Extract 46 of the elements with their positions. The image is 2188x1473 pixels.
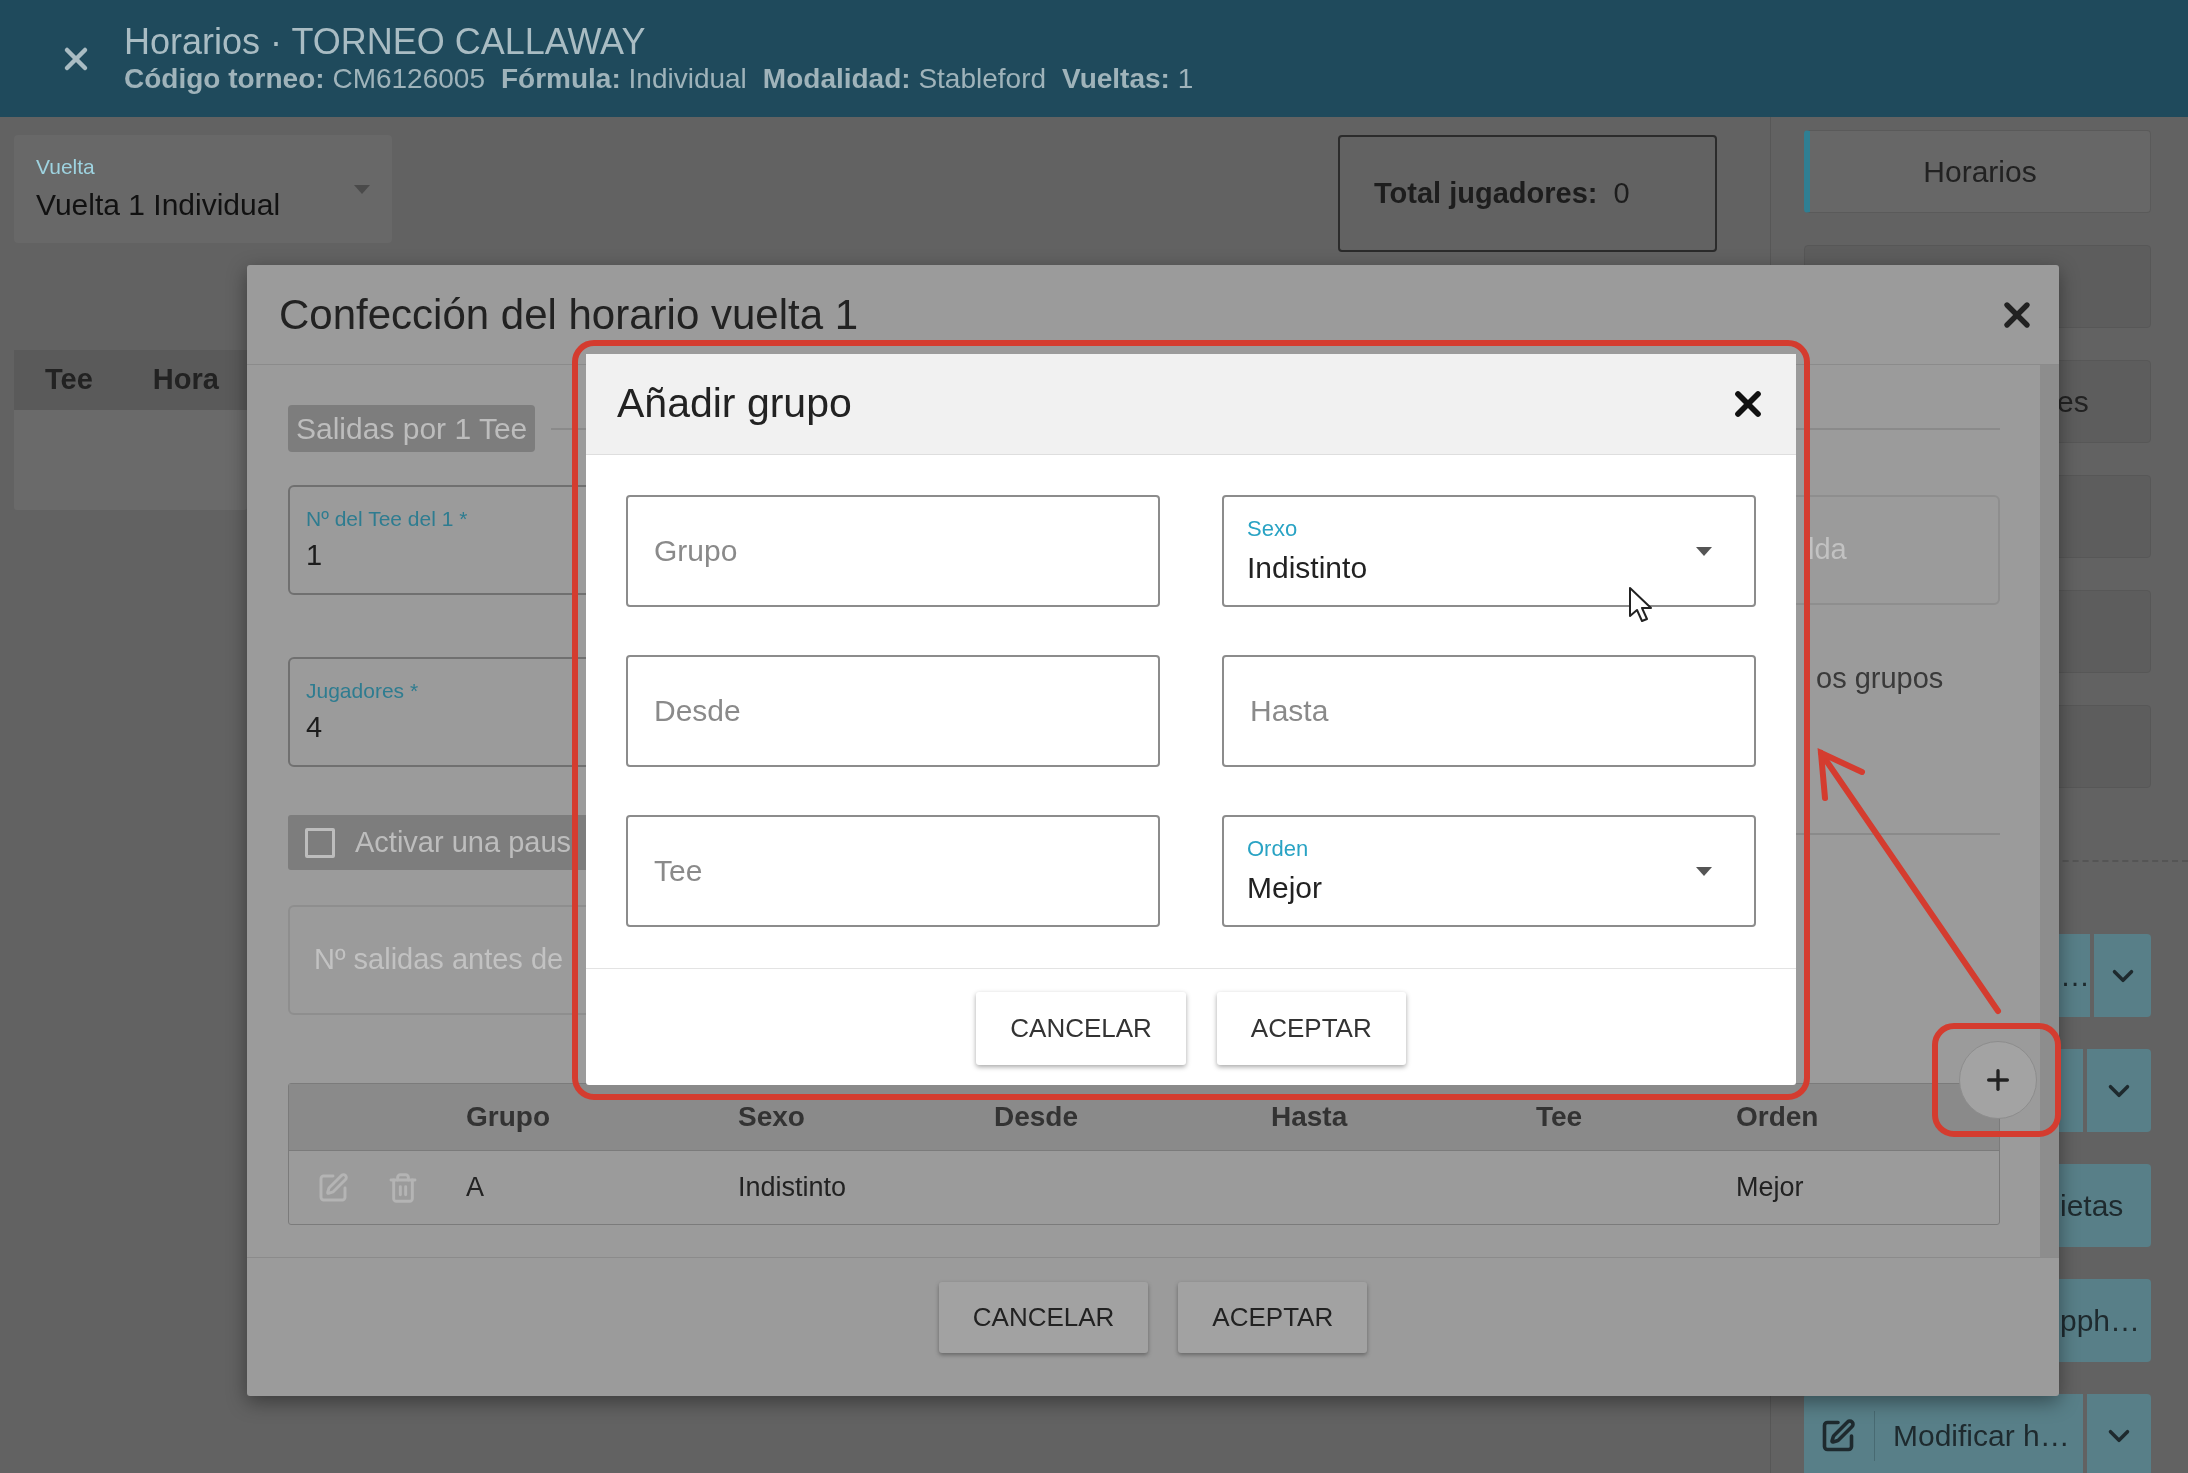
scrollbar[interactable] (2040, 365, 2059, 1257)
page-title: Horarios · TORNEO CALLAWAY (124, 21, 647, 62)
input-field[interactable]: Hasta (1222, 655, 1756, 767)
dialog-button[interactable]: ACEPTAR (1178, 1282, 1368, 1353)
column-header: Hora (152, 362, 219, 398)
mode-chip: Salidas por 1 Tee (288, 405, 536, 452)
mouse-cursor-icon (1628, 586, 1654, 624)
select-field[interactable]: Sexo Indistinto (1222, 495, 1756, 607)
menu-toggle[interactable] (2094, 934, 2151, 1017)
tournament-detail: Fórmula: Individual (500, 61, 747, 96)
checkbox[interactable] (305, 827, 335, 858)
input-field[interactable]: Grupo (626, 495, 1160, 607)
column-header: Grupo (466, 1101, 550, 1132)
trash-icon[interactable] (387, 1171, 419, 1204)
total-players-box: Total jugadores: 0 (1338, 135, 1717, 252)
table-cell: Indistinto (738, 1172, 847, 1203)
column-header: Tee (45, 362, 93, 398)
input-field[interactable]: Desde (626, 655, 1160, 767)
column-header: Orden (1736, 1101, 1819, 1132)
sidebar-button[interactable]: Modificar h… (1804, 1394, 2083, 1473)
dialog-title: Añadir grupo (617, 379, 852, 429)
dialog-button[interactable]: CANCELAR (976, 992, 1186, 1065)
section-label: os grupos (1815, 661, 1945, 696)
tournament-detail: Vueltas: 1 (1062, 61, 1194, 96)
tournament-detail: Modalidad: Stableford (762, 61, 1047, 96)
dropdown-caret-icon (354, 184, 370, 194)
column-header: Desde (994, 1101, 1079, 1132)
column-header: Tee (1536, 1101, 1583, 1132)
table-cell: Mejor (1736, 1172, 1804, 1203)
dialog-button[interactable]: CANCELAR (938, 1282, 1149, 1353)
checkbox-label: Activar una paus (355, 824, 571, 860)
dialog-button[interactable]: ACEPTAR (1216, 992, 1406, 1065)
input-field[interactable]: Tee (626, 815, 1160, 927)
column-header: Sexo (738, 1101, 805, 1132)
dropdown-caret-icon (1696, 866, 1712, 876)
dropdown-caret-icon (1696, 546, 1712, 556)
edit-icon[interactable] (317, 1171, 349, 1204)
round-select[interactable]: Vuelta Vuelta 1 Individual (14, 135, 392, 243)
dialog-title: Confección del horario vuelta 1 (279, 290, 859, 340)
table-cell: A (466, 1172, 484, 1203)
select-field[interactable]: Orden Mejor (1222, 815, 1756, 927)
menu-toggle[interactable] (2087, 1394, 2151, 1473)
edit-icon (1820, 1417, 1856, 1454)
menu-toggle[interactable] (2087, 1049, 2151, 1132)
tournament-detail: Código torneo: CM6126005 (124, 61, 485, 96)
column-header: Hasta (1271, 1101, 1348, 1132)
